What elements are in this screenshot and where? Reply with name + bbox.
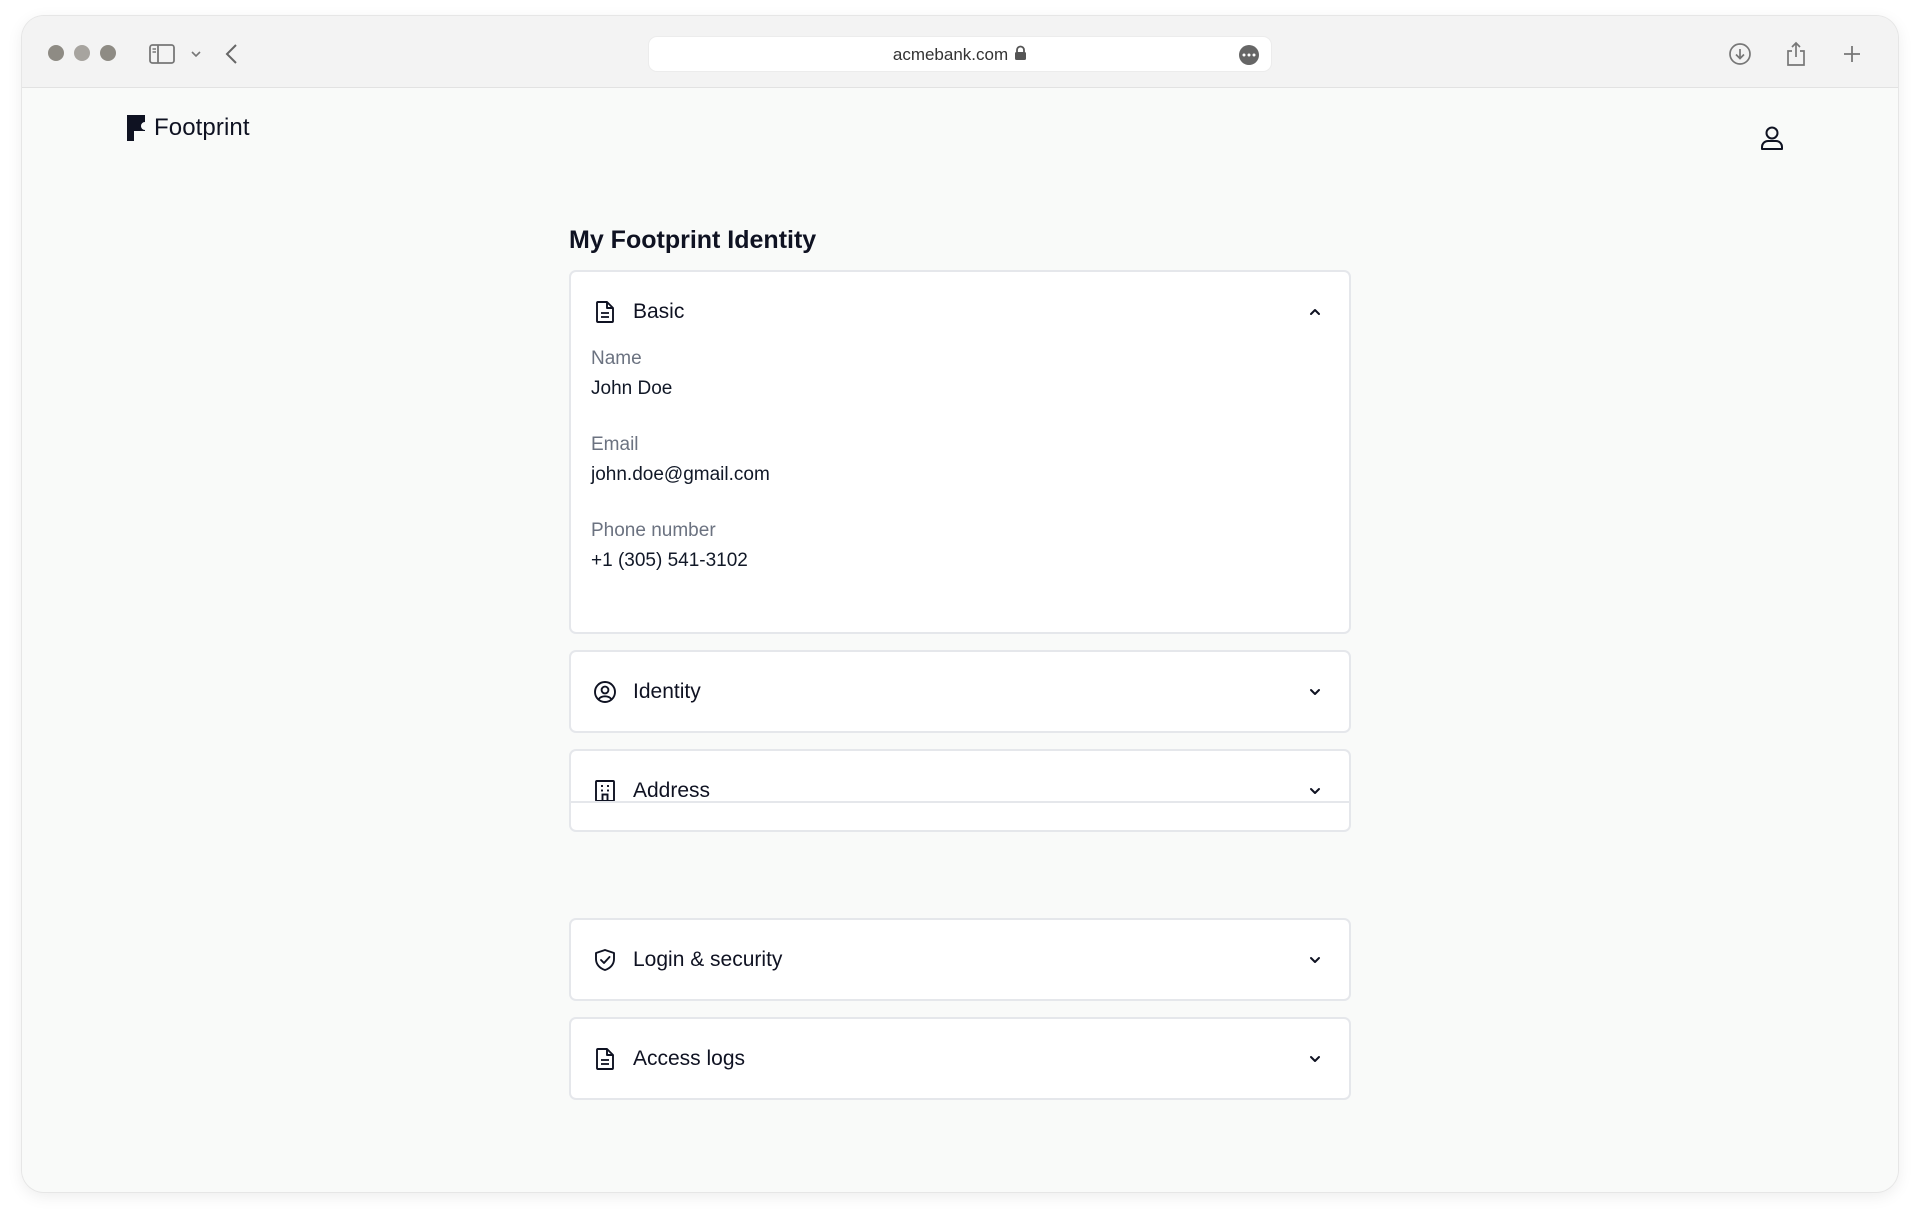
back-button-icon[interactable] xyxy=(218,40,246,68)
field-value: +1 (305) 541-3102 xyxy=(591,550,748,571)
section-identity-title: Identity xyxy=(633,680,701,703)
field-email: Email john.doe@gmail.com xyxy=(571,432,1349,492)
section-access-logs-header[interactable]: Access logs xyxy=(571,1019,1349,1099)
close-window-button[interactable] xyxy=(48,45,64,61)
section-address-title: Address xyxy=(633,779,711,802)
new-tab-icon[interactable] xyxy=(1838,40,1866,68)
browser-window: acmebank.com Footprint My Footprint Iden… xyxy=(22,16,1898,1192)
sidebar-toggle-icon[interactable] xyxy=(148,40,176,68)
minimize-window-button[interactable] xyxy=(74,45,90,61)
section-access-logs-title: Access logs xyxy=(633,1047,746,1070)
section-basic: Basic Name John Doe Email john.doe@gmail… xyxy=(569,270,1351,634)
lock-icon xyxy=(1014,38,1027,74)
footprint-logo-icon xyxy=(127,115,145,141)
basic-fields: Name John Doe Email john.doe@gmail.com P… xyxy=(571,346,1349,578)
page-title: My Footprint Identity xyxy=(569,226,817,254)
section-login-security-title: Login & security xyxy=(633,948,783,971)
brand[interactable]: Footprint xyxy=(126,114,250,142)
chevron-down-icon[interactable] xyxy=(1307,684,1323,700)
field-label: Email xyxy=(591,434,639,455)
page-menu-icon[interactable] xyxy=(1239,45,1259,65)
zoom-window-button[interactable] xyxy=(100,45,116,61)
chevron-down-icon[interactable] xyxy=(1307,783,1323,799)
section-access-logs[interactable]: Access logs xyxy=(569,1017,1351,1100)
content: My Footprint Identity xyxy=(569,220,1349,260)
section-identity[interactable]: Identity xyxy=(569,650,1351,733)
section-login-security[interactable]: Login & security xyxy=(569,918,1351,1001)
user-circle-icon xyxy=(593,680,617,704)
section-login-security-header[interactable]: Login & security xyxy=(571,920,1349,1000)
section-basic-title: Basic xyxy=(633,300,685,323)
user-icon xyxy=(1761,126,1783,150)
chevron-down-icon[interactable] xyxy=(1307,1051,1323,1067)
chevron-up-icon[interactable] xyxy=(1307,304,1323,320)
section-divider xyxy=(569,801,1351,803)
shield-check-icon xyxy=(593,948,617,972)
document-icon xyxy=(593,1047,617,1071)
chevron-down-icon[interactable] xyxy=(182,40,210,68)
chevron-down-icon[interactable] xyxy=(1307,952,1323,968)
account-button[interactable] xyxy=(1758,124,1786,152)
url-text: acmebank.com xyxy=(649,37,1271,74)
section-address-header[interactable]: Address xyxy=(571,751,1349,831)
building-icon xyxy=(593,779,617,803)
field-value: John Doe xyxy=(591,378,673,399)
brand-name: Footprint xyxy=(154,114,250,141)
section-address[interactable]: Address xyxy=(569,749,1351,832)
field-phone: Phone number +1 (305) 541-3102 xyxy=(571,518,1349,578)
field-value: john.doe@gmail.com xyxy=(591,464,770,485)
browser-toolbar: acmebank.com xyxy=(22,16,1898,88)
field-label: Phone number xyxy=(591,520,716,541)
window-controls xyxy=(48,45,116,61)
download-icon[interactable] xyxy=(1726,40,1754,68)
section-identity-header[interactable]: Identity xyxy=(571,652,1349,732)
address-bar[interactable]: acmebank.com xyxy=(648,36,1272,72)
field-name: Name John Doe xyxy=(571,346,1349,406)
section-basic-header[interactable]: Basic xyxy=(571,272,1349,352)
document-icon xyxy=(593,300,617,324)
share-icon[interactable] xyxy=(1782,40,1810,68)
